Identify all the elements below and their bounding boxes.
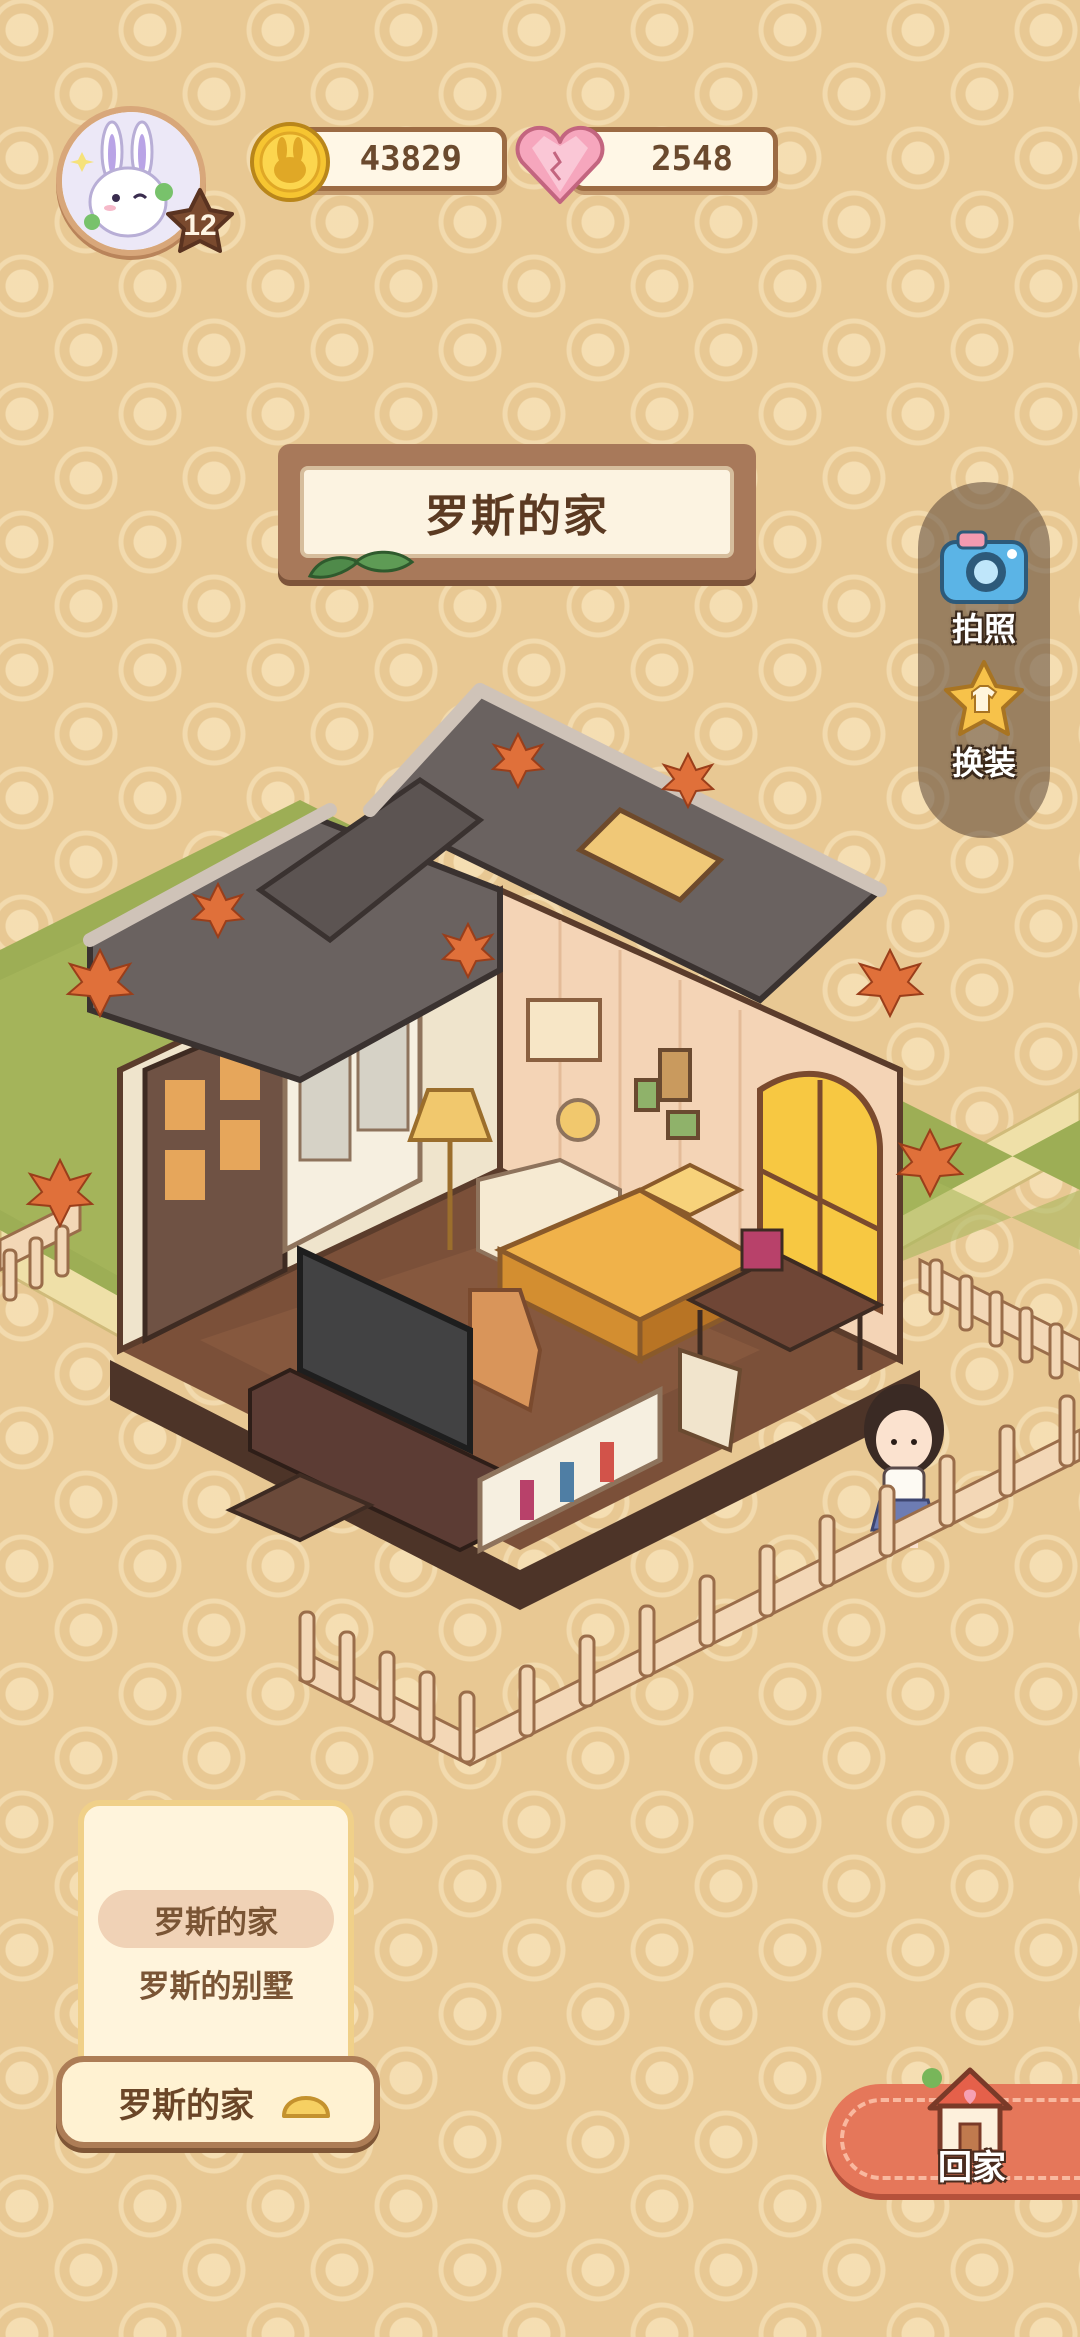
house-select-dropdown[interactable]: 罗斯的家 [56,2056,380,2148]
gem-value: 2548 [651,139,733,179]
house-option-rose-home[interactable]: 罗斯的家 [98,1890,334,1948]
coin-value: 43829 [359,139,462,179]
rabbit-coin-icon [250,122,330,202]
chevron-up-icon [282,2096,330,2118]
level-number: 12 [183,209,217,242]
wall-shelf [526,998,602,1062]
go-home-label: 回家 [938,2148,1006,2188]
house-select-label: 罗斯的家 [118,2085,254,2126]
house-list-panel: 罗斯的家 罗斯的别墅 [78,1800,354,2090]
fence-back-right [918,1257,1080,1380]
level-badge: 12 [160,186,240,266]
photo-button[interactable]: 拍照 [918,526,1050,650]
desk-chair [678,1347,743,1453]
wall-picture [658,1048,692,1102]
photo-label: 拍照 [951,610,1016,648]
house-option-rose-villa[interactable]: 罗斯的别墅 [98,1954,334,2012]
house-title: 罗斯的家 [425,491,609,542]
camera-icon [940,530,1028,604]
house-scene[interactable] [0,650,1080,1880]
pink-heart-gem-icon [515,125,605,204]
leaf-decoration-icon [307,550,415,579]
